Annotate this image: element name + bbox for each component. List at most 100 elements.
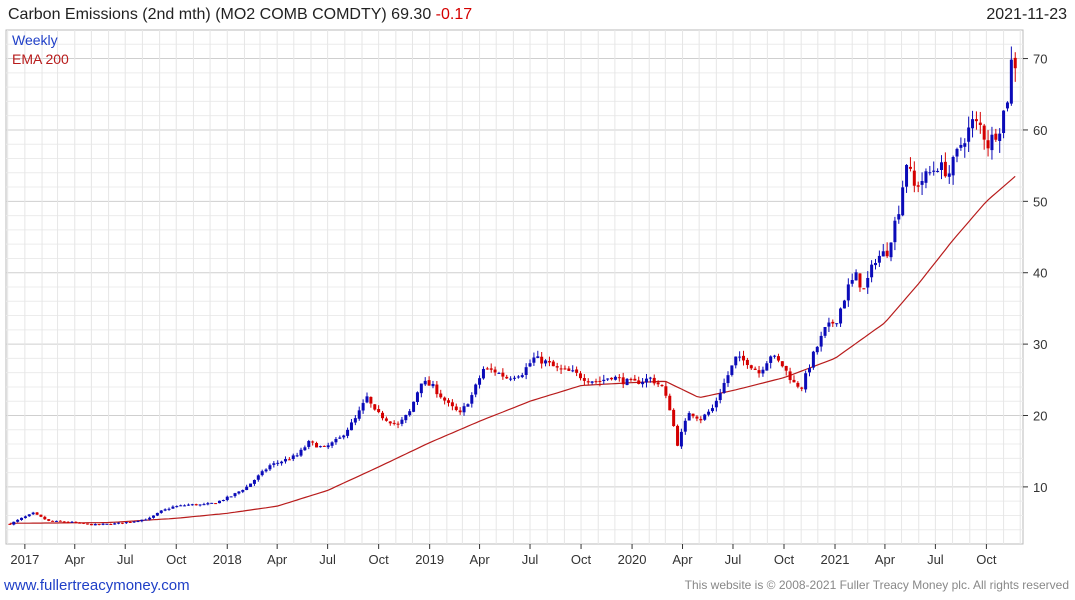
candle-body [264,469,268,472]
y-tick-label: 50 [1033,194,1047,209]
candle-body [295,455,299,457]
candle-body [873,262,877,266]
candle-body [70,521,74,523]
candle-body [117,522,121,524]
candle-body [765,363,769,371]
candle-body [148,517,152,520]
candle-body [520,375,524,378]
candle-body [773,355,777,357]
candle-body [39,514,43,517]
candle-body [990,134,994,151]
candle-body [540,356,544,364]
candle-body [373,404,377,410]
candle-body [439,393,443,398]
candle-body [974,119,978,122]
site-link[interactable]: www.fullertreacymoney.com [4,577,190,594]
candle-body [971,119,975,129]
candle-body [388,421,392,424]
y-tick-label: 10 [1033,480,1047,495]
candle-body [303,447,307,451]
candle-body [132,521,136,523]
candle-body [268,465,272,470]
candle-body [920,181,924,185]
candle-body [633,378,637,381]
x-tick-label: Jul [522,552,539,567]
x-tick-label: Oct [571,552,592,567]
candle-body [963,143,967,147]
candle-body [509,378,513,380]
candle-body [31,512,35,515]
candle-body [287,459,291,461]
candle-body [256,475,260,480]
candle-body [86,523,90,525]
candle-body [722,382,726,393]
candle-body [699,418,703,421]
candle-body [221,499,225,501]
x-tick-label: Oct [976,552,997,567]
candle-body [726,375,730,384]
candle-body [101,523,105,525]
candle-body [862,288,866,290]
candle-body [404,414,408,421]
x-tick-label: Jul [319,552,336,567]
candle-body [152,515,156,518]
candle-body [978,122,982,126]
candle-body [396,423,400,425]
candle-body [676,425,680,446]
candle-body [637,380,641,384]
candle-body [435,384,439,395]
candle-body [524,367,528,375]
candle-body [144,519,148,521]
candle-body [629,378,633,380]
candle-body [299,449,303,456]
candle-body [986,140,990,149]
candle-body [567,368,571,371]
candle-body [128,521,132,523]
candle-body [901,187,905,216]
candle-body [377,409,381,413]
candle-body [318,446,322,448]
y-tick-label: 40 [1033,266,1047,281]
candle-body [660,385,664,387]
candle-body [606,378,610,380]
x-tick-label: Apr [875,552,896,567]
x-tick-label: 2021 [821,552,850,567]
candle-body [703,414,707,420]
candle-body [384,418,388,421]
candle-body [1002,110,1006,134]
candle-body [233,493,237,497]
candle-body [808,368,812,373]
candle-body [544,360,548,364]
candle-body [54,520,58,522]
candle-body [82,522,86,524]
candle-body [555,366,559,368]
candle-body [109,524,113,526]
candle-body [947,173,951,177]
x-tick-label: 2017 [10,552,39,567]
candle-body [381,412,385,419]
candle-body [1013,57,1017,69]
candle-body [536,356,540,358]
candle-body [443,397,447,401]
candle-body [831,321,835,324]
candle-body [955,148,959,157]
candle-body [89,523,93,526]
candle-body [447,400,451,403]
candle-body [493,369,497,373]
candle-body [12,521,16,525]
candle-body [718,393,722,401]
x-tick-label: Apr [672,552,693,567]
candle-body [617,377,621,379]
candle-body [730,365,734,375]
candle-body [547,361,551,363]
candle-body [532,357,536,363]
candle-body [784,365,788,371]
candle-body [334,438,338,443]
x-tick-label: Jul [927,552,944,567]
legend-ema: EMA 200 [12,51,69,67]
candle-body [338,437,342,439]
candle-body [916,185,920,187]
candle-body [423,380,427,385]
candle-body [450,402,454,407]
candle-body [644,378,648,383]
